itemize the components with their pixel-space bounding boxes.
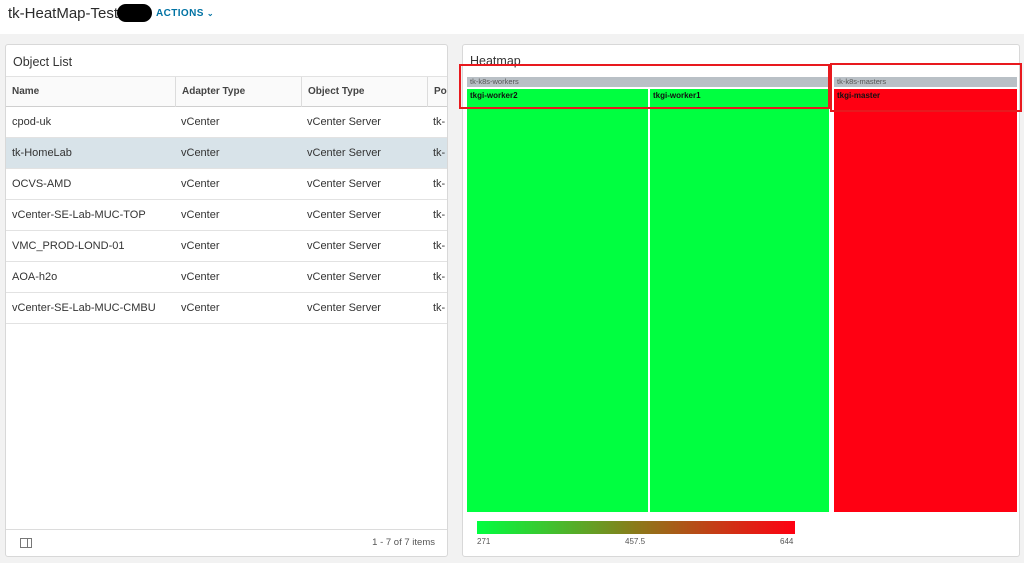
table-row[interactable]: cpod-uk vCenter vCenter Server tk-	[6, 107, 447, 138]
heatmap-panel: Heatmap tk-k8s-workers tkgi-worker2 tkgi-w…	[459, 44, 1022, 557]
cell-adapter-type: vCenter	[181, 147, 220, 159]
object-list-panel: Object List Name Adapter Type Object Typ…	[5, 44, 448, 557]
table-row[interactable]: AOA-h2o vCenter vCenter Server tk-	[6, 262, 447, 293]
cell-object-type: vCenter Server	[307, 302, 381, 314]
table-row[interactable]: vCenter-SE-Lab-MUC-CMBU vCenter vCenter Se…	[6, 293, 447, 324]
cell-name: cpod-uk	[12, 116, 52, 128]
heatmap-tile[interactable]: tkgi-master	[834, 89, 1017, 512]
table-row[interactable]: tk-HomeLab vCenter vCenter Server tk-	[6, 138, 447, 169]
column-header-name[interactable]: Name	[6, 77, 175, 107]
highlight-box	[459, 64, 830, 109]
cell-object-type: vCenter Server	[307, 178, 381, 190]
cell-name: VMC_PROD-LOND-01	[12, 240, 125, 252]
chevron-down-icon: ⌄	[206, 9, 214, 18]
redaction-mark	[117, 4, 152, 22]
cell-policy: tk-	[433, 240, 446, 252]
legend-mid-label: 457.5	[625, 537, 646, 546]
cell-name: tk-HomeLab	[12, 147, 72, 159]
cell-policy: tk-	[433, 271, 446, 283]
cell-policy: tk-	[433, 209, 446, 221]
grid-footer: 1 - 7 of 7 items	[6, 529, 447, 556]
highlight-box	[830, 63, 1022, 112]
cell-adapter-type: vCenter	[181, 302, 220, 314]
cell-policy: tk-	[433, 178, 446, 190]
heatmap-tile[interactable]: tkgi-worker1	[650, 89, 829, 512]
legend-min-label: 271	[477, 537, 491, 546]
column-header-policy[interactable]: Pol	[427, 77, 447, 107]
heatmap-area: tk-k8s-workers tkgi-worker2 tkgi-worker1 tk…	[459, 63, 1022, 512]
cell-object-type: vCenter Server	[307, 271, 381, 283]
actions-label: ACTIONS	[156, 8, 204, 19]
table-row[interactable]: OCVS-AMD vCenter vCenter Server tk-	[6, 169, 447, 200]
column-header-adapter-type[interactable]: Adapter Type	[175, 77, 301, 107]
cell-object-type: vCenter Server	[307, 116, 381, 128]
actions-dropdown-button[interactable]: ACTIONS ⌄	[156, 8, 214, 19]
cell-object-type: vCenter Server	[307, 209, 381, 221]
cell-object-type: vCenter Server	[307, 147, 381, 159]
heatmap-legend-gradient	[477, 521, 795, 534]
table-row[interactable]: VMC_PROD-LOND-01 vCenter vCenter Server tk-	[6, 231, 447, 262]
cell-adapter-type: vCenter	[181, 178, 220, 190]
table-row[interactable]: vCenter-SE-Lab-MUC-TOP vCenter vCenter Ser…	[6, 200, 447, 231]
cell-adapter-type: vCenter	[181, 271, 220, 283]
cell-policy: tk-	[433, 116, 446, 128]
cell-name: AOA-h2o	[12, 271, 58, 283]
pager-text: 1 - 7 of 7 items	[372, 537, 435, 548]
cell-name: vCenter-SE-Lab-MUC-CMBU	[12, 302, 156, 314]
page-header: tk-HeatMap-Test ACTIONS ⌄	[0, 0, 1024, 34]
heatmap-tile[interactable]: tkgi-worker2	[467, 89, 648, 512]
cell-object-type: vCenter Server	[307, 240, 381, 252]
column-toggle-icon[interactable]	[20, 538, 32, 548]
legend-max-label: 644	[780, 537, 794, 546]
cell-adapter-type: vCenter	[181, 209, 220, 221]
grid-header: Name Adapter Type Object Type Pol	[6, 76, 447, 107]
cell-name: vCenter-SE-Lab-MUC-TOP	[12, 209, 146, 221]
grid-body: cpod-uk vCenter vCenter Server tk-tk-HomeLa…	[6, 107, 447, 324]
cell-policy: tk-	[433, 147, 446, 159]
cell-name: OCVS-AMD	[12, 178, 72, 190]
page-title: tk-HeatMap-Test	[8, 5, 119, 22]
cell-policy: tk-	[433, 302, 446, 314]
column-header-object-type[interactable]: Object Type	[301, 77, 427, 107]
cell-adapter-type: vCenter	[181, 116, 220, 128]
cell-adapter-type: vCenter	[181, 240, 220, 252]
object-list-title: Object List	[13, 55, 73, 69]
